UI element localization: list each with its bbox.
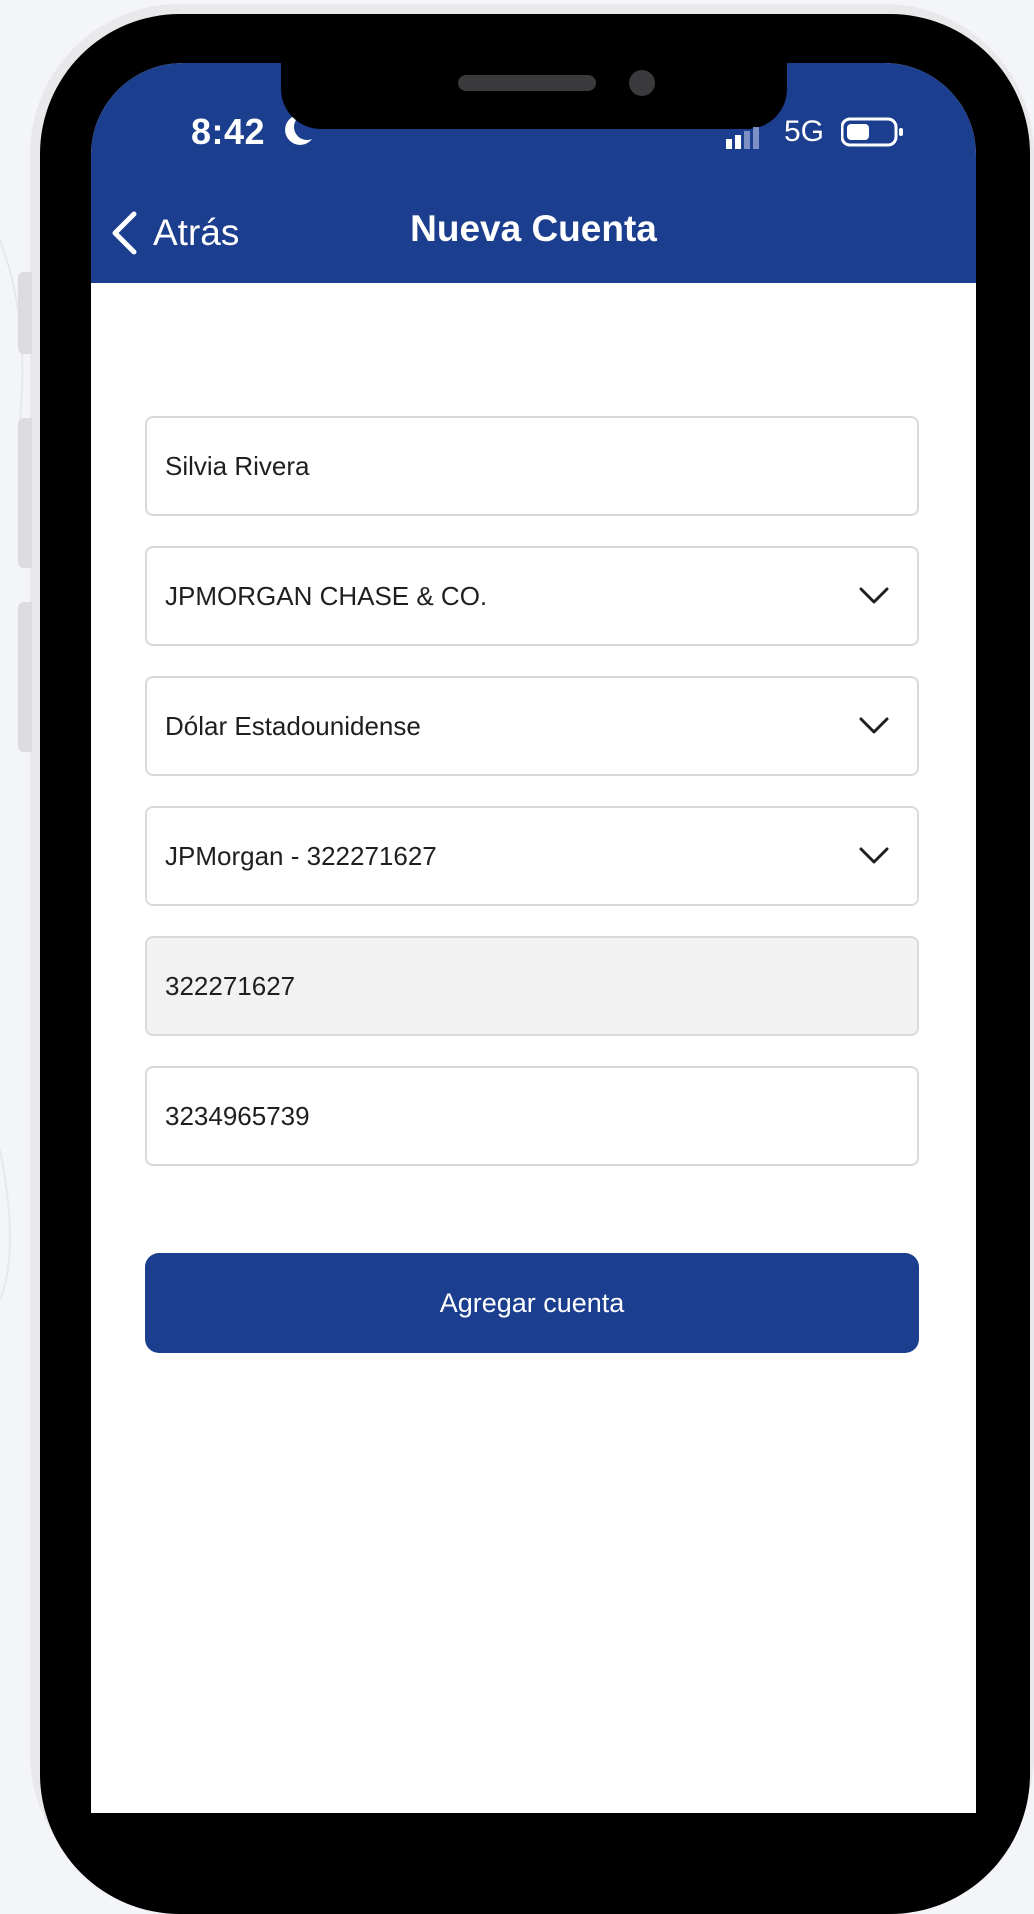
phone-side-button: [18, 418, 32, 568]
phone-notch: [281, 63, 787, 129]
chevron-down-icon: [859, 587, 889, 604]
phone-side-button: [18, 272, 32, 354]
add-account-button[interactable]: Agregar cuenta: [145, 1253, 919, 1353]
speaker-grille: [458, 75, 596, 91]
bank-value: JPMORGAN CHASE & CO.: [165, 580, 488, 611]
account-number-value: 3234965739: [165, 1100, 310, 1131]
routing-number-field: 322271627: [145, 936, 919, 1036]
chevron-down-icon: [859, 847, 889, 864]
name-field[interactable]: Silvia Rivera: [145, 416, 919, 516]
account-number-field[interactable]: 3234965739: [145, 1066, 919, 1166]
battery-icon: [841, 117, 903, 147]
nav-header: 8:42 5G Atrás Nueva Cuenta: [91, 63, 976, 283]
currency-select[interactable]: Dólar Estadounidense: [145, 676, 919, 776]
account-type-value: JPMorgan - 322271627: [165, 840, 437, 871]
status-time: 8:42: [191, 111, 266, 152]
bank-select[interactable]: JPMORGAN CHASE & CO.: [145, 546, 919, 646]
routing-number-value: 322271627: [165, 970, 296, 1001]
name-value: Silvia Rivera: [165, 450, 310, 481]
page-title: Nueva Cuenta: [410, 208, 657, 249]
chevron-down-icon: [859, 717, 889, 734]
signal-icon: [726, 127, 759, 149]
phone-side-button: [18, 602, 32, 752]
network-type: 5G: [784, 115, 825, 148]
currency-value: Dólar Estadounidense: [165, 710, 421, 741]
app-screen: 8:42 5G Atrás Nueva Cuenta Silvia Rivera…: [91, 63, 976, 1813]
account-type-select[interactable]: JPMorgan - 322271627: [145, 806, 919, 906]
front-camera: [629, 70, 655, 96]
